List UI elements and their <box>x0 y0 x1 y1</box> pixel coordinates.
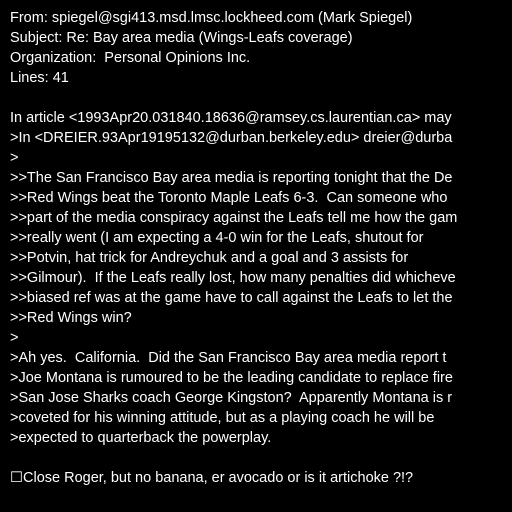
deep-quote-line: >>Potvin, hat trick for Andreychuk and a… <box>10 250 409 266</box>
box-glyph-icon: ☐ <box>10 470 23 486</box>
quoted-attribution-line: >In <DREIER.93Apr19195132@durban.berkele… <box>10 130 453 146</box>
quote-line: >coveted for his winning attitude, but a… <box>10 410 435 426</box>
deep-quote-line: >>Gilmour). If the Leafs really lost, ho… <box>10 270 456 286</box>
deep-quote-line: >>really went (I am expecting a 4-0 win … <box>10 230 424 246</box>
from-header: From: spiegel@sgi413.msd.lmsc.lockheed.c… <box>10 10 413 26</box>
deep-quote-line: >>biased ref was at the game have to cal… <box>10 290 453 306</box>
reply-separator <box>10 448 512 468</box>
message-document: From: spiegel@sgi413.msd.lmsc.lockheed.c… <box>10 8 512 512</box>
quote-line: >Ah yes. California. Did the San Francis… <box>10 350 447 366</box>
quote-line: >San Jose Sharks coach George Kingston? … <box>10 390 453 406</box>
lines-header: Lines: 41 <box>10 70 69 86</box>
deep-quote-line: >>The San Francisco Bay area media is re… <box>10 170 453 186</box>
header-separator <box>10 88 512 108</box>
attribution-line: In article <1993Apr20.031840.18636@ramse… <box>10 110 452 126</box>
organization-header: Organization: Personal Opinions Inc. <box>10 50 251 66</box>
quote-marker-line: > <box>10 330 19 346</box>
reply-text: Close Roger, but no banana, er avocado o… <box>23 470 414 486</box>
deep-quote-line: >>Red Wings beat the Toronto Maple Leafs… <box>10 190 448 206</box>
reply-line: ☐Close Roger, but no banana, er avocado … <box>10 468 512 488</box>
deep-quote-line: >>part of the media conspiracy against t… <box>10 210 458 226</box>
quote-line: >expected to quarterback the powerplay. <box>10 430 272 446</box>
quote-line: >Joe Montana is rumoured to be the leadi… <box>10 370 453 386</box>
deep-quote-line: >>Red Wings win? <box>10 310 132 326</box>
quote-marker-line: > <box>10 150 19 166</box>
subject-header: Subject: Re: Bay area media (Wings-Leafs… <box>10 30 353 46</box>
